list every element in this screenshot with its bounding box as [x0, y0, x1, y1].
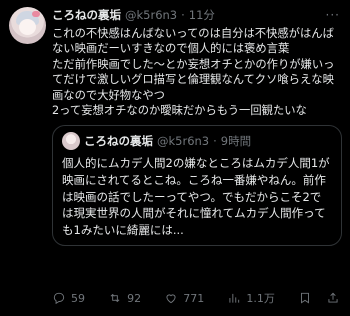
- repost-count: 92: [127, 291, 142, 305]
- timestamp[interactable]: 11分: [189, 7, 215, 23]
- quote-time-separator: ·: [213, 134, 217, 149]
- like-button[interactable]: 771: [164, 291, 204, 305]
- like-icon: [166, 294, 176, 304]
- quote-timestamp: 9時間: [220, 134, 252, 149]
- bookmark-button[interactable]: [298, 291, 312, 305]
- reply-button[interactable]: 59: [52, 291, 85, 305]
- reply-icon: [53, 292, 65, 305]
- more-icon[interactable]: ···: [326, 8, 340, 22]
- author-handle[interactable]: @k5r6n3: [125, 8, 177, 22]
- share-icon: [328, 292, 338, 303]
- views-count: 1.1万: [246, 292, 275, 305]
- tweet[interactable]: ころねの裏垢 @k5r6n3 · 11分 ··· これの不快感はんばないってのは…: [0, 0, 350, 316]
- repost-icon: [110, 293, 120, 303]
- tweet-header: ころねの裏垢 @k5r6n3 · 11分: [52, 6, 340, 23]
- tweet-text: これの不快感はんばないってのは自分は不快感がはんばない映画だーいすきなので個人的…: [52, 27, 335, 118]
- quote-header: ころねの裏垢 @k5r6n3 · 9時間: [62, 132, 332, 151]
- reply-count: 59: [71, 291, 85, 305]
- views-icon: [229, 293, 240, 303]
- quote-author-name: ころねの裏垢: [84, 134, 153, 149]
- action-bar: 59 92 771 1.1万: [52, 290, 340, 306]
- share-button[interactable]: [326, 291, 340, 305]
- quoted-tweet[interactable]: ころねの裏垢 @k5r6n3 · 9時間 個人的にムカデ人間2の嫌なところはムカ…: [52, 125, 342, 247]
- time-separator: ·: [181, 7, 185, 22]
- views-button[interactable]: 1.1万: [227, 290, 275, 306]
- quote-avatar: [62, 132, 80, 151]
- quote-author-handle: @k5r6n3: [157, 134, 210, 149]
- author-name[interactable]: ころねの裏垢: [52, 7, 121, 23]
- like-count: 771: [183, 291, 205, 305]
- quote-text: 個人的にムカデ人間2の嫌なところはムカデ人間1が映画にされてるとこね。ころね一番…: [62, 156, 330, 237]
- bookmark-icon: [301, 292, 309, 304]
- repost-button[interactable]: 92: [108, 291, 141, 305]
- avatar[interactable]: [9, 7, 46, 44]
